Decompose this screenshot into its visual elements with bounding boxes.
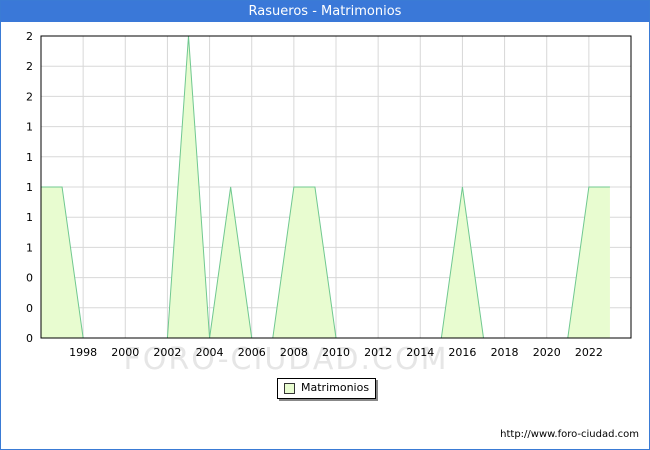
y-tick-label: 0 (26, 272, 33, 285)
x-tick-label: 2002 (153, 346, 181, 359)
legend: Matrimonios (277, 378, 376, 399)
y-axis-ticks: 0 0 0 1 1 1 1 1 2 2 2 (26, 30, 33, 345)
y-tick-label: 0 (26, 302, 33, 315)
y-tick-label: 1 (26, 241, 33, 254)
chart-frame: Rasueros - Matrimonios FORO-CIUDAD.COM 0… (0, 0, 650, 450)
x-tick-label: 2018 (491, 346, 519, 359)
footer-url[interactable]: http://www.foro-ciudad.com (500, 429, 639, 440)
legend-swatch (284, 383, 295, 394)
x-tick-label: 1998 (69, 346, 97, 359)
y-tick-label: 1 (26, 121, 33, 134)
x-tick-label: 2006 (238, 346, 266, 359)
y-tick-label: 0 (26, 332, 33, 345)
grid (41, 35, 631, 339)
y-tick-label: 1 (26, 211, 33, 224)
x-tick-label: 2000 (111, 346, 139, 359)
x-tick-label: 2014 (406, 346, 434, 359)
x-tick-label: 2008 (280, 346, 308, 359)
x-tick-label: 2004 (196, 346, 224, 359)
x-tick-label: 2020 (533, 346, 561, 359)
y-tick-label: 2 (26, 60, 33, 73)
y-tick-label: 1 (26, 151, 33, 164)
x-tick-label: 2012 (364, 346, 392, 359)
x-tick-label: 2016 (448, 346, 476, 359)
y-tick-label: 2 (26, 90, 33, 103)
x-tick-label: 2010 (322, 346, 350, 359)
y-tick-label: 1 (26, 181, 33, 194)
x-tick-label: 2022 (575, 346, 603, 359)
legend-label: Matrimonios (301, 381, 370, 394)
y-tick-label: 2 (26, 30, 33, 43)
